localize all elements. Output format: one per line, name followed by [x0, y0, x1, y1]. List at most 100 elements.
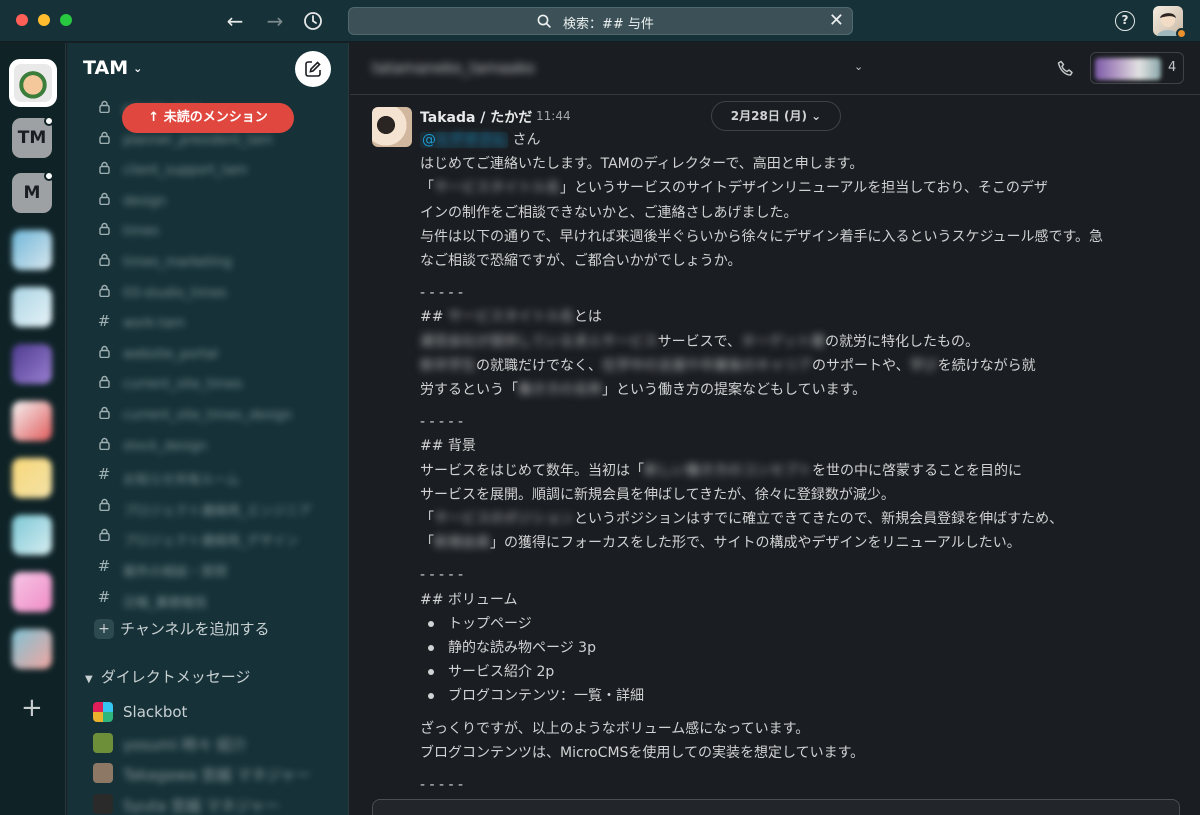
- sidebar-channel-name: 日報_業務報告: [123, 595, 208, 611]
- sidebar-channel-name: client_support_tam: [123, 163, 248, 179]
- sidebar-channel-name: design: [123, 193, 167, 209]
- direct-messages-header[interactable]: ▼ ダイレクトメッセージ: [85, 666, 250, 687]
- lock-icon: [97, 437, 111, 454]
- sidebar-channel-name: planner_president_tam: [123, 132, 273, 148]
- message-line: ブログコンテンツは、MicroCMSを使用しての実装を想定しています。: [420, 744, 865, 761]
- sidebar-channel-item[interactable]: current_site_times: [67, 372, 348, 398]
- unread-dot: [44, 116, 54, 126]
- message-line: 「サービスタイトル名」というサービスのサイトデザインリニューアルを担当しており、…: [420, 180, 1048, 197]
- list-item: サービス紹介 2p: [420, 660, 1180, 684]
- sidebar-channel-item[interactable]: times: [67, 219, 348, 245]
- unread-mentions-button[interactable]: ↑ 未読のメンション: [122, 103, 294, 133]
- plus-icon: +: [94, 618, 114, 639]
- message-composer[interactable]: [372, 799, 1180, 815]
- dm-name: Takagawa 宮越 マネジャー: [123, 766, 311, 784]
- message-author-avatar[interactable]: [372, 107, 412, 147]
- dm-name: Syuta 宮越 マネジャー: [123, 796, 280, 815]
- section-heading: ## サービスタイトル名とは: [420, 309, 602, 326]
- member-list-button[interactable]: 4: [1090, 52, 1184, 84]
- sidebar-channel-item[interactable]: # work-tam: [67, 311, 348, 337]
- sidebar-channel-item[interactable]: website_portal: [67, 342, 348, 368]
- sidebar-dm-item[interactable]: Syuta 宮越 マネジャー: [93, 793, 343, 815]
- member-count: 4: [1168, 60, 1177, 75]
- message-line: 労するという「働き方の名称」という働き方の提案などもしています。: [420, 382, 867, 399]
- sidebar-channel-name: 案件の相談・質問: [123, 565, 228, 580]
- list-item: トップページ: [420, 612, 1180, 636]
- sidebar-dm-item[interactable]: Slackbot: [93, 701, 343, 725]
- compose-button[interactable]: [295, 51, 331, 87]
- member-avatars: [1095, 58, 1161, 80]
- workspace-tam-icon[interactable]: [9, 59, 57, 107]
- zoom-window-button[interactable]: [60, 14, 72, 26]
- search-bar[interactable]: 検索：## 与件 ✕: [348, 7, 853, 35]
- sidebar-channel-item[interactable]: design: [67, 189, 348, 215]
- workspace-icon[interactable]: [12, 629, 52, 669]
- help-icon[interactable]: ?: [1115, 11, 1135, 31]
- sidebar-channel-name: stock_design: [123, 438, 208, 454]
- hash-icon: #: [97, 465, 111, 484]
- sidebar-channel-item[interactable]: # 日報_業務報告: [67, 587, 348, 613]
- workspace-name-label: TAM: [83, 57, 129, 79]
- workspace-icon[interactable]: [12, 572, 52, 612]
- message-line: インの制作をご相談できないかと、ご連絡さしあげました。: [420, 204, 798, 221]
- lock-icon: [97, 222, 111, 239]
- away-status-dot: [1176, 28, 1187, 39]
- workspace-icon[interactable]: [12, 401, 52, 441]
- workspace-icon[interactable]: [12, 344, 52, 384]
- sidebar-dm-item[interactable]: yosumi 時々 紹介: [93, 732, 343, 756]
- list-item: ブログコンテンツ：一覧・詳細: [420, 684, 1180, 708]
- user-mention[interactable]: @ヒデオさん: [420, 132, 508, 148]
- dm-name: yosumi 時々 紹介: [123, 735, 247, 754]
- sidebar-channel-item[interactable]: current_site_times_design: [67, 403, 348, 429]
- back-arrow-icon[interactable]: ←: [222, 8, 248, 34]
- hash-icon: #: [97, 587, 111, 606]
- add-channel-button[interactable]: + チャンネルを追加する: [94, 618, 270, 639]
- lock-icon: [97, 406, 111, 423]
- phone-icon[interactable]: [1054, 57, 1078, 81]
- date-divider-button[interactable]: 2月28日 (月) ⌄: [711, 101, 841, 131]
- avatar: [93, 732, 113, 753]
- sidebar-channel-item[interactable]: stock_design: [67, 434, 348, 460]
- avatar: [93, 763, 113, 783]
- workspace-icon[interactable]: [12, 230, 52, 270]
- lock-icon: [97, 284, 111, 301]
- lock-icon: [97, 192, 111, 209]
- workspace-icon[interactable]: [12, 287, 52, 327]
- minimize-window-button[interactable]: [38, 14, 50, 26]
- message-timestamp[interactable]: 11:44: [536, 109, 571, 123]
- message-pane: tatamaneko_tamaako ⌄ 4 Takada / たかだ 11:4…: [350, 43, 1200, 815]
- sidebar-channel-item[interactable]: # 案件の相談・質問: [67, 556, 348, 582]
- history-clock-icon[interactable]: [300, 8, 326, 34]
- chevron-down-icon[interactable]: ⌄: [854, 60, 863, 73]
- sidebar-channel-item[interactable]: 03-studio_times: [67, 281, 348, 307]
- sidebar-channel-item[interactable]: プロジェクト連絡用_エンジニア: [67, 495, 348, 521]
- sidebar-channel-name: times_marketing: [123, 255, 232, 270]
- separator: - - - - -: [420, 414, 464, 431]
- message-line: サービスをはじめて数年。当初は「新しい働き方のコンセプトを世の中に啓蒙することを…: [420, 462, 1022, 479]
- sidebar-channel-item[interactable]: プロジェクト連絡用_デザイン: [67, 525, 348, 551]
- sidebar-channel-item[interactable]: # お知らせ共有ルーム: [67, 464, 348, 490]
- workspace-name[interactable]: TAM ⌄: [83, 57, 142, 79]
- add-channel-label: チャンネルを追加する: [120, 620, 270, 638]
- lock-icon: [97, 528, 111, 545]
- hash-icon: #: [97, 557, 111, 575]
- avatar: [93, 793, 113, 814]
- forward-arrow-icon[interactable]: →: [262, 8, 288, 34]
- workspace-icon[interactable]: [12, 458, 52, 498]
- message-line: 与件は以下の通りで、早ければ来週後半ぐらいから徐々にデザイン着手に入るというスケ…: [420, 228, 1104, 245]
- channel-title[interactable]: tatamaneko_tamaako: [372, 59, 535, 77]
- sidebar-channel-item[interactable]: client_support_tam: [67, 158, 348, 184]
- workspace-icon[interactable]: [12, 515, 52, 555]
- mention-line: @ヒデオさん さん: [420, 132, 541, 148]
- message-author-name[interactable]: Takada / たかだ: [420, 107, 532, 127]
- message-line: 運営会社が提供している運営会社が提供している求人サービスサービスで、ターゲット層…: [420, 333, 980, 350]
- add-workspace-icon[interactable]: +: [21, 693, 43, 723]
- message-line: 「サービスのポジションというポジションはすでに確立できてきたので、新規会員登録を…: [420, 511, 1064, 528]
- sidebar-dm-item[interactable]: Takagawa 宮越 マネジャー: [93, 762, 343, 786]
- sidebar-channel-item[interactable]: times_marketing: [67, 250, 348, 276]
- sidebar-channel-name: times: [123, 224, 160, 240]
- close-window-button[interactable]: [16, 14, 28, 26]
- clear-search-icon[interactable]: ✕: [829, 10, 844, 31]
- hash-icon: #: [97, 312, 111, 331]
- lock-icon: [97, 375, 111, 392]
